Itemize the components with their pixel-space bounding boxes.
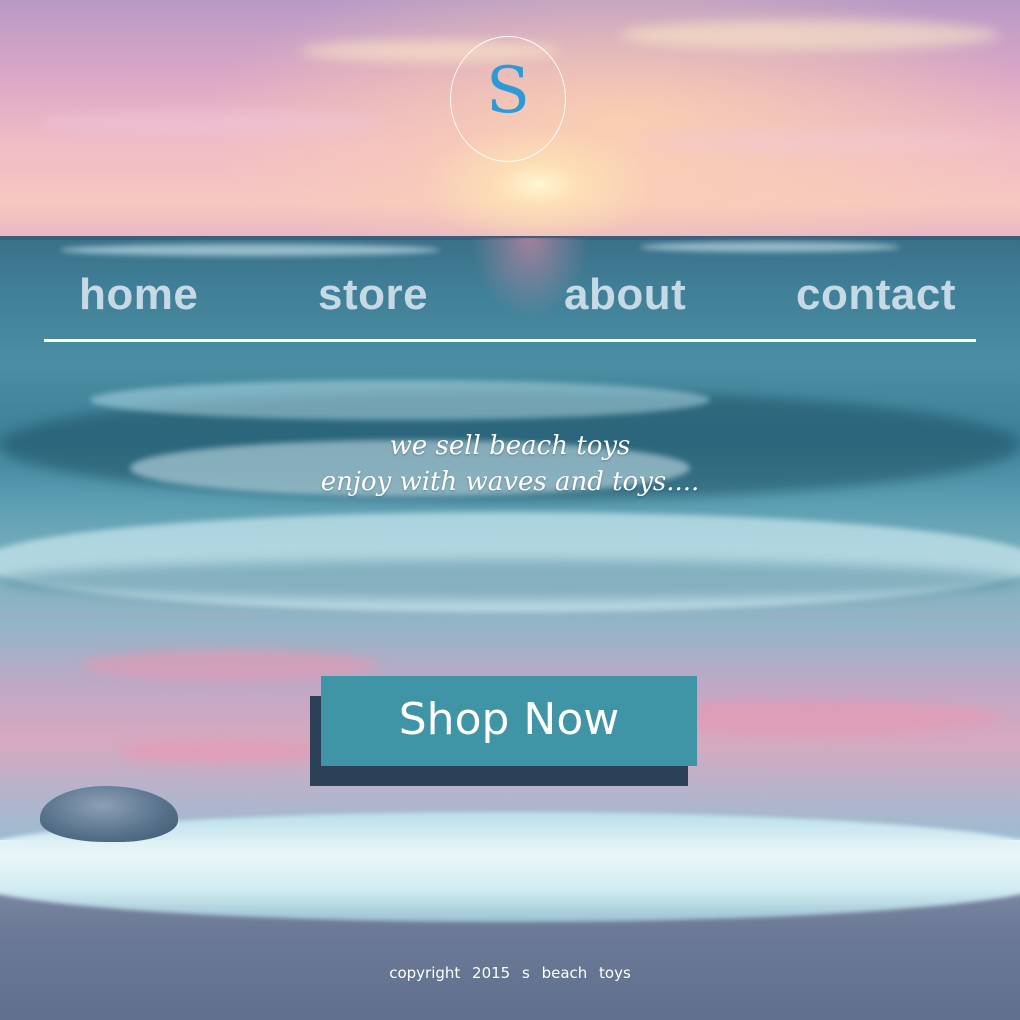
hero-tagline: we sell beach toys enjoy with waves and …: [200, 428, 820, 500]
cloud: [40, 110, 380, 136]
nav-home-link[interactable]: home: [79, 270, 198, 320]
logo[interactable]: S: [450, 36, 566, 162]
tagline-line-2: enjoy with waves and toys....: [320, 467, 700, 497]
cloud: [620, 20, 1000, 50]
nav-divider: [44, 339, 976, 342]
distant-wave: [60, 244, 440, 256]
distant-wave: [640, 242, 900, 252]
pink-reflection: [120, 740, 320, 764]
nav-store-link[interactable]: store: [318, 270, 428, 320]
landing-page: S home store about contact we sell beach…: [0, 0, 1020, 1020]
logo-letter: S: [486, 54, 530, 128]
footer-copyright: copyright 2015 s beach toys: [389, 964, 631, 982]
nav-contact-link[interactable]: contact: [796, 270, 956, 320]
tagline-line-1: we sell beach toys: [389, 431, 631, 461]
cloud: [640, 130, 1000, 154]
main-nav: home store about contact: [44, 270, 976, 330]
breaking-wave-crest: [90, 380, 710, 420]
nav-about-link[interactable]: about: [564, 270, 686, 320]
shore-wave-shadow: [0, 560, 1020, 600]
shop-now-button[interactable]: Shop Now: [321, 676, 697, 766]
